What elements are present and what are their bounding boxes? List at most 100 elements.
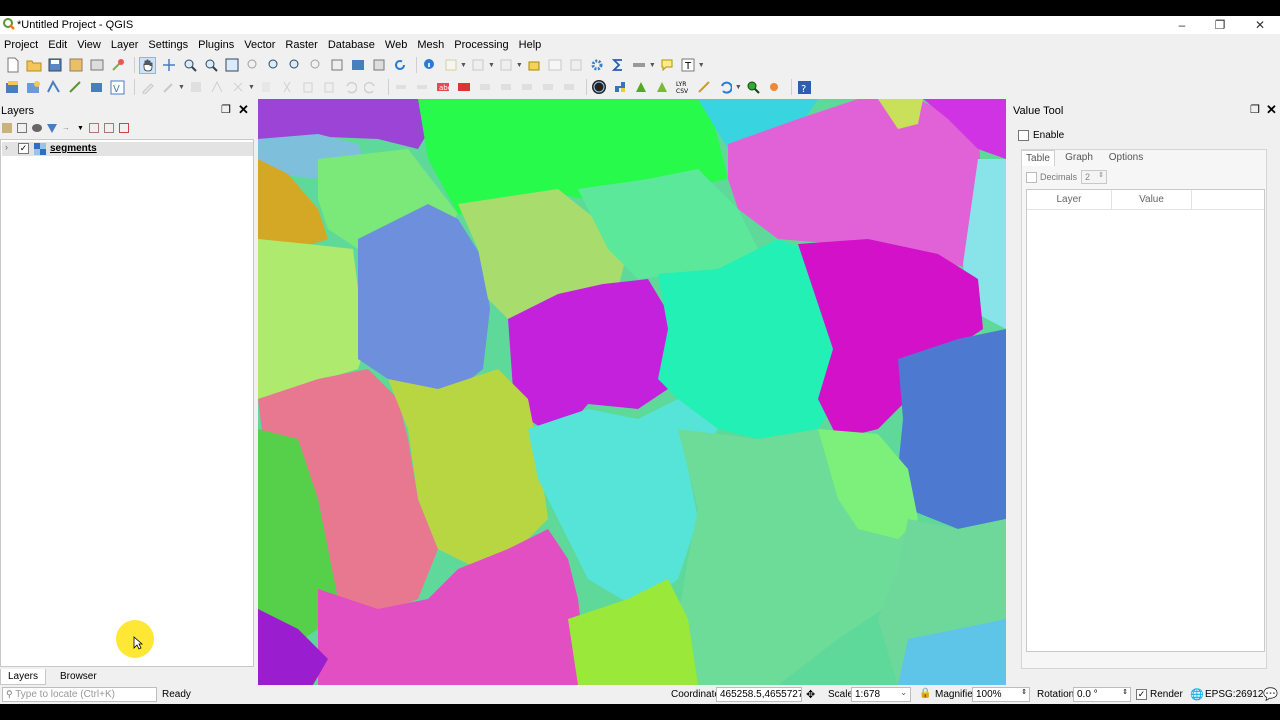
pan-to-selection-icon[interactable] (160, 57, 177, 74)
label-show-icon[interactable] (540, 79, 557, 96)
menu-database[interactable]: Database (327, 39, 382, 51)
tab-table[interactable]: Table (1021, 150, 1055, 166)
measure-icon[interactable] (631, 57, 648, 74)
label-hide-icon[interactable] (561, 79, 578, 96)
identify-icon[interactable] (421, 57, 438, 74)
tab-options[interactable]: Options (1105, 150, 1147, 166)
label-pin-icon[interactable] (456, 79, 473, 96)
enable-checkbox[interactable] (1018, 130, 1029, 141)
add-feature-icon[interactable] (209, 79, 226, 96)
select-by-value-icon[interactable] (470, 57, 487, 74)
menu-web[interactable]: Web (384, 39, 414, 51)
menu-raster[interactable]: Raster (284, 39, 324, 51)
undo-icon[interactable] (342, 79, 359, 96)
save-as-icon[interactable] (67, 57, 84, 74)
decimals-spinbox[interactable]: 2 ⇕ (1081, 170, 1107, 184)
float-panel-icon[interactable]: ❐ (221, 103, 231, 116)
redo-icon[interactable] (363, 79, 380, 96)
digitize-plugin-icon[interactable] (696, 79, 713, 96)
tab-browser[interactable]: Browser (46, 669, 111, 685)
extents-toggle-icon[interactable]: ✥ (806, 688, 815, 701)
column-value[interactable]: Value (1112, 190, 1192, 210)
add-group-icon[interactable] (17, 123, 27, 133)
digitize-icon-1[interactable] (393, 79, 410, 96)
tab-layers[interactable]: Layers (0, 669, 47, 685)
menu-mesh[interactable]: Mesh (416, 39, 451, 51)
map-tips-icon[interactable] (659, 57, 676, 74)
add-virtual-layer-icon[interactable]: V (109, 79, 126, 96)
plugin-green-icon[interactable] (633, 79, 650, 96)
copy-icon[interactable] (300, 79, 317, 96)
scale-combobox[interactable]: 1:678 ⌄ (851, 687, 911, 702)
crs-globe-icon[interactable]: 🌐 (1190, 688, 1204, 701)
magnifier-spinbox[interactable]: 100% ⇕ (972, 687, 1030, 702)
zoom-last-icon[interactable] (307, 57, 324, 74)
select-features-icon[interactable] (442, 57, 459, 74)
save-project-icon[interactable] (46, 57, 63, 74)
lyr-csv-icon[interactable]: LYR CSV (675, 79, 692, 96)
messages-icon[interactable]: 💬 (1263, 687, 1278, 701)
open-styling-icon[interactable] (2, 123, 12, 133)
delete-selected-icon[interactable] (258, 79, 275, 96)
python-icon[interactable] (612, 79, 629, 96)
add-db-layer-icon[interactable] (88, 79, 105, 96)
close-window-button[interactable]: ✕ (1240, 16, 1280, 34)
new-project-icon[interactable] (4, 57, 21, 74)
float-value-tool-icon[interactable]: ❐ (1250, 103, 1260, 116)
menu-edit[interactable]: Edit (47, 39, 74, 51)
expand-all-icon[interactable] (88, 123, 99, 133)
save-edits-icon[interactable] (188, 79, 205, 96)
menu-vector[interactable]: Vector (243, 39, 282, 51)
expand-arrow-icon[interactable]: › (5, 142, 8, 152)
style-manager-icon[interactable] (109, 57, 126, 74)
layer-row-segments[interactable]: › ✓ segments (2, 142, 253, 156)
zoom-native-icon[interactable] (286, 57, 303, 74)
edit-pencil-icon[interactable] (139, 79, 156, 96)
deselect-icon[interactable] (498, 57, 515, 74)
label-rotate-icon[interactable] (498, 79, 515, 96)
plugin-green2-icon[interactable] (654, 79, 671, 96)
vertex-tool-icon[interactable] (230, 79, 247, 96)
restore-button[interactable]: ❐ (1200, 16, 1240, 34)
menu-processing[interactable]: Processing (453, 39, 515, 51)
label-change-icon[interactable] (519, 79, 536, 96)
menu-help[interactable]: Help (518, 39, 549, 51)
filter-expression-icon[interactable]: → (62, 123, 72, 133)
add-raster-layer-icon[interactable] (67, 79, 84, 96)
bookmark-icon[interactable] (370, 57, 387, 74)
digitize-icon-2[interactable] (414, 79, 431, 96)
tab-graph[interactable]: Graph (1061, 150, 1097, 166)
menu-plugins[interactable]: Plugins (197, 39, 241, 51)
zoom-in-icon[interactable] (181, 57, 198, 74)
close-value-tool-icon[interactable]: ✕ (1266, 102, 1277, 118)
pan-icon[interactable] (139, 56, 156, 74)
zoom-full-icon[interactable] (223, 57, 240, 74)
menu-project[interactable]: Project (3, 39, 45, 51)
filter-legend-icon[interactable] (47, 123, 57, 133)
statistics-icon[interactable] (610, 57, 627, 74)
print-layout-icon[interactable] (88, 57, 105, 74)
help-icon[interactable]: ? (796, 79, 813, 96)
select-location-icon[interactable] (526, 57, 543, 74)
close-panel-icon[interactable]: ✕ (238, 102, 249, 118)
globe-plugin-icon[interactable] (591, 79, 608, 96)
menu-settings[interactable]: Settings (147, 39, 195, 51)
toggle-editing-icon[interactable] (160, 79, 177, 96)
text-annotation-icon[interactable]: T (680, 57, 697, 74)
map-canvas[interactable] (258, 99, 1006, 685)
locator-search-input[interactable]: ⚲ Type to locate (Ctrl+K) (2, 687, 157, 702)
zoom-to-selection-icon[interactable] (244, 57, 261, 74)
processing-toolbox-icon[interactable] (589, 57, 606, 74)
render-checkbox[interactable]: ✓ (1136, 689, 1147, 700)
zoom-next-icon[interactable] (328, 57, 345, 74)
zoom-out-icon[interactable] (202, 57, 219, 74)
search-plugin-icon[interactable] (745, 79, 762, 96)
crs-label[interactable]: EPSG:26912 (1205, 689, 1263, 700)
data-source-manager-icon[interactable] (4, 79, 21, 96)
minimize-button[interactable]: – (1162, 16, 1202, 34)
manage-map-themes-icon[interactable] (32, 124, 42, 132)
remove-layer-icon[interactable] (118, 123, 129, 133)
new-layer-icon[interactable] (25, 79, 42, 96)
decimals-checkbox[interactable] (1026, 172, 1037, 183)
new-map-view-icon[interactable] (349, 57, 366, 74)
